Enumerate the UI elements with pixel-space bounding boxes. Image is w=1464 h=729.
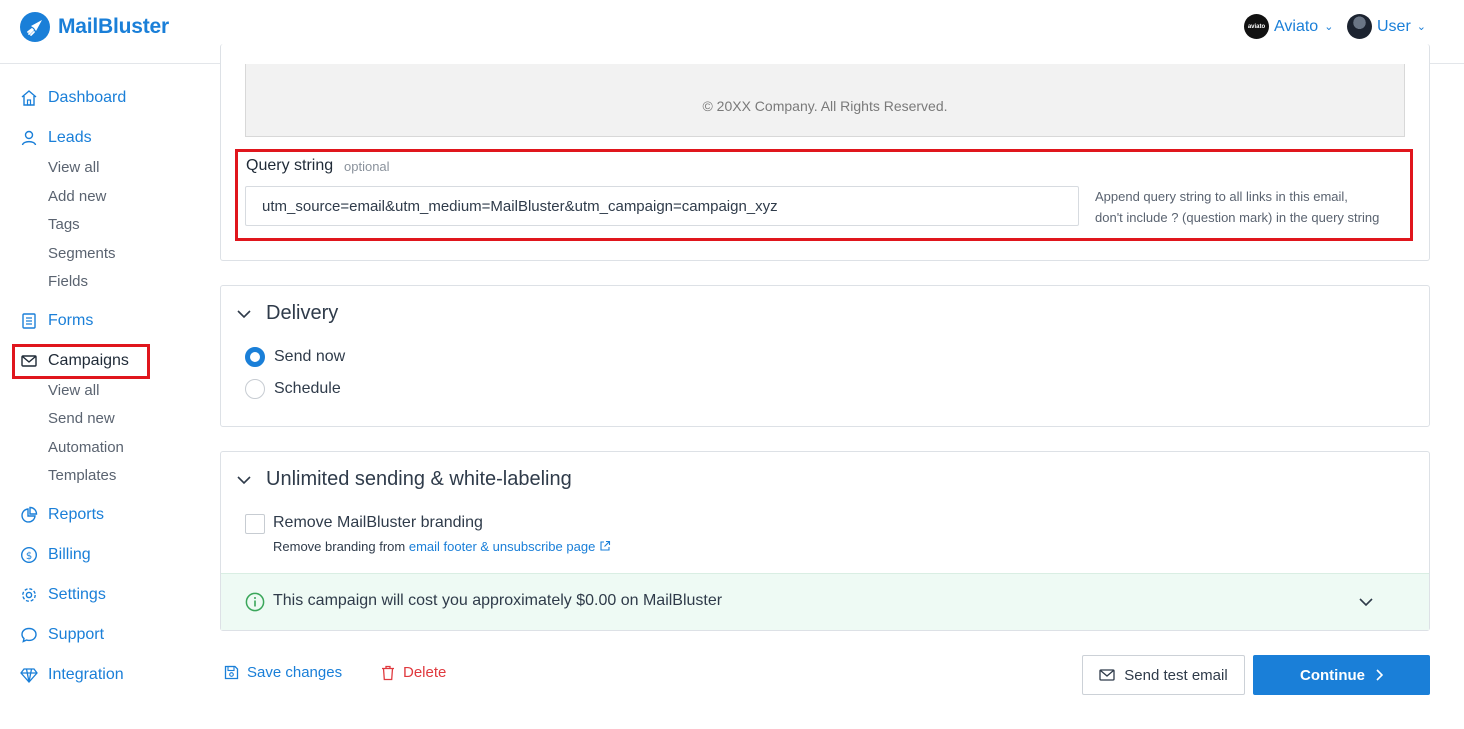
chevron-down-icon: [237, 309, 251, 318]
diamond-icon: [20, 666, 38, 684]
remove-branding-label: Remove MailBluster branding: [273, 514, 483, 531]
delivery-title: Delivery: [266, 302, 339, 324]
chevron-down-icon[interactable]: [1358, 594, 1374, 610]
sidebar-item-leads[interactable]: Leads: [20, 129, 92, 147]
form-icon: [20, 312, 38, 330]
chat-icon: [20, 626, 38, 644]
remove-branding-description: Remove branding from email footer & unsu…: [273, 539, 611, 554]
sidebar-item-billing[interactable]: $ Billing: [20, 546, 91, 564]
app-name: MailBluster: [58, 15, 169, 38]
envelope-icon: [1099, 669, 1115, 681]
sidebar-item-integration[interactable]: Integration: [20, 666, 124, 684]
remove-branding-checkbox[interactable]: [245, 514, 265, 534]
rocket-icon: [20, 12, 50, 42]
pie-chart-icon: [20, 506, 38, 524]
sidebar-campaigns-templates[interactable]: Templates: [48, 467, 116, 484]
sidebar-campaigns-send-new[interactable]: Send new: [48, 410, 115, 427]
sidebar-item-reports[interactable]: Reports: [20, 506, 104, 524]
workspace-menu[interactable]: aviato Aviato ⌄: [1244, 14, 1333, 39]
branding-link[interactable]: email footer & unsubscribe page: [409, 539, 595, 554]
app-logo[interactable]: MailBluster: [20, 12, 169, 42]
sidebar-leads-tags[interactable]: Tags: [48, 216, 80, 233]
trash-icon: [382, 665, 394, 680]
svg-text:$: $: [26, 551, 32, 562]
chevron-down-icon: ⌄: [1324, 21, 1334, 33]
send-test-email-button[interactable]: Send test email: [1082, 655, 1245, 695]
home-icon: [20, 89, 38, 107]
delete-button[interactable]: Delete: [381, 664, 446, 681]
dollar-icon: $: [20, 546, 38, 564]
copyright-text: © 20XX Company. All Rights Reserved.: [702, 98, 948, 114]
user-name: User: [1377, 17, 1411, 35]
sidebar-item-settings[interactable]: Settings: [20, 586, 106, 604]
delivery-section-toggle[interactable]: Delivery: [236, 302, 338, 325]
campaigns-highlight-box: [12, 344, 150, 379]
save-changes-button[interactable]: Save changes: [224, 664, 342, 681]
cost-estimate-text: This campaign will cost you approximatel…: [273, 592, 723, 609]
sidebar-campaigns-automation[interactable]: Automation: [48, 439, 124, 456]
radio-button[interactable]: [245, 379, 265, 399]
white-label-title: Unlimited sending & white-labeling: [266, 468, 572, 490]
radio-schedule[interactable]: Schedule: [245, 379, 341, 399]
sidebar-leads-view-all[interactable]: View all: [48, 159, 99, 176]
user-avatar: [1347, 14, 1372, 39]
email-preview-footer: © 20XX Company. All Rights Reserved.: [245, 64, 1405, 137]
sidebar-item-support[interactable]: Support: [20, 626, 104, 644]
white-label-section-toggle[interactable]: Unlimited sending & white-labeling: [236, 468, 572, 491]
delivery-card: [220, 285, 1430, 427]
external-link-icon[interactable]: [599, 540, 611, 552]
radio-send-now[interactable]: Send now: [245, 347, 345, 367]
continue-button[interactable]: Continue: [1253, 655, 1430, 695]
user-icon: [20, 129, 38, 147]
sidebar-item-dashboard[interactable]: Dashboard: [20, 89, 126, 107]
sidebar-leads-segments[interactable]: Segments: [48, 245, 116, 262]
workspace-name: Aviato: [1274, 17, 1319, 35]
gear-icon: [20, 586, 38, 604]
save-icon: [224, 665, 239, 680]
workspace-avatar: aviato: [1244, 14, 1269, 39]
sidebar-leads-add-new[interactable]: Add new: [48, 188, 106, 205]
chevron-down-icon: ⌄: [1416, 21, 1426, 33]
chevron-right-icon: [1376, 669, 1383, 681]
info-icon: [245, 592, 265, 612]
sidebar-item-forms[interactable]: Forms: [20, 312, 93, 330]
sidebar: Dashboard Leads View all Add new Tags Se…: [0, 64, 200, 729]
sidebar-campaigns-view-all[interactable]: View all: [48, 382, 99, 399]
radio-button-selected[interactable]: [245, 347, 265, 367]
user-menu[interactable]: User ⌄: [1347, 14, 1426, 39]
query-string-highlight-box: [235, 149, 1413, 241]
chevron-down-icon: [237, 475, 251, 484]
sidebar-leads-fields[interactable]: Fields: [48, 273, 88, 290]
